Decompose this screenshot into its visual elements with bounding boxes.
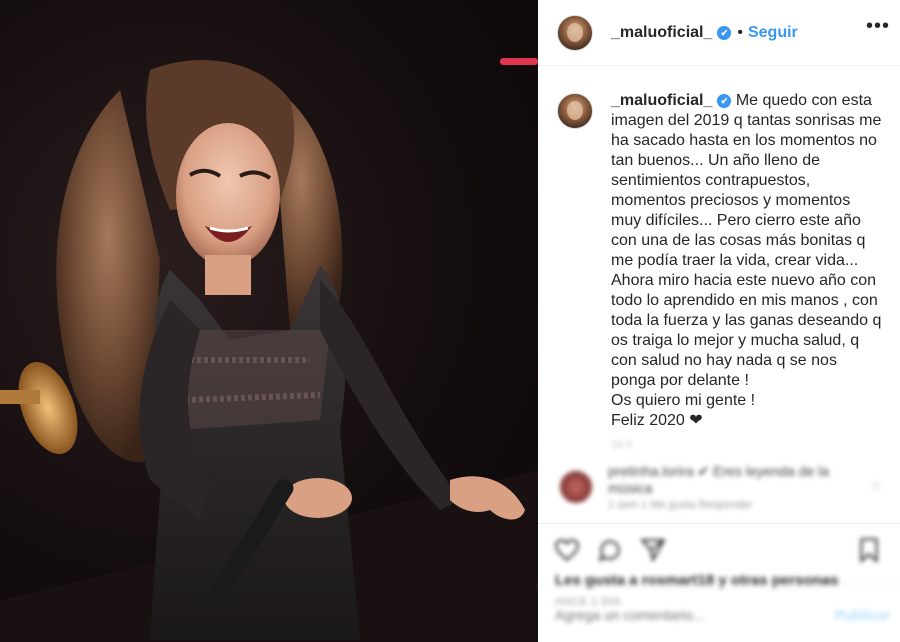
action-bar — [538, 524, 900, 564]
bookmark-icon[interactable] — [856, 537, 882, 563]
caption-username[interactable]: _maluoficial_ — [611, 92, 712, 109]
author-username[interactable]: _maluoficial_ — [611, 24, 712, 42]
post-side-panel: _maluoficial_ ✔ • Seguir ••• _maluoficia… — [538, 0, 900, 642]
comment-body: pretinha.lorira ✔ Eres leyenda de la mús… — [608, 463, 865, 511]
caption-avatar[interactable] — [557, 93, 593, 129]
commenter-avatar[interactable] — [560, 471, 592, 503]
post-header: _maluoficial_ ✔ • Seguir ••• — [538, 0, 900, 66]
comment-item: pretinha.lorira ✔ Eres leyenda de la mús… — [538, 451, 900, 511]
heart-icon[interactable] — [554, 537, 580, 563]
post-comment-button[interactable]: Publicar — [835, 607, 890, 623]
comment-input[interactable] — [555, 606, 835, 623]
follow-button[interactable]: Seguir — [748, 24, 798, 42]
post-caption: _maluoficial_ ✔ Me quedo con esta imagen … — [611, 91, 882, 431]
comment-icon[interactable] — [597, 537, 623, 563]
verified-icon: ✔ — [717, 25, 732, 40]
share-icon[interactable] — [639, 537, 666, 563]
caption-row: _maluoficial_ ✔ Me quedo con esta imagen … — [538, 66, 900, 431]
post-photo[interactable] — [0, 0, 538, 642]
more-icon[interactable]: ••• — [866, 16, 890, 36]
verified-icon: ✔ — [717, 94, 732, 108]
add-comment-bar: Publicar — [538, 586, 900, 642]
comment-text: pretinha.lorira ✔ Eres leyenda de la mús… — [608, 463, 830, 496]
separator-dot: • — [737, 23, 743, 41]
caption-text: Me quedo con esta imagen del 2019 q tant… — [611, 92, 882, 429]
comment-like-icon[interactable]: ♡ — [871, 480, 882, 494]
comment-meta: 1 sem 1 Me gusta Responder — [608, 499, 753, 511]
concert-photo-illustration — [0, 58, 538, 642]
caption-timestamp: 16 h — [611, 439, 633, 451]
author-avatar[interactable] — [557, 14, 593, 51]
